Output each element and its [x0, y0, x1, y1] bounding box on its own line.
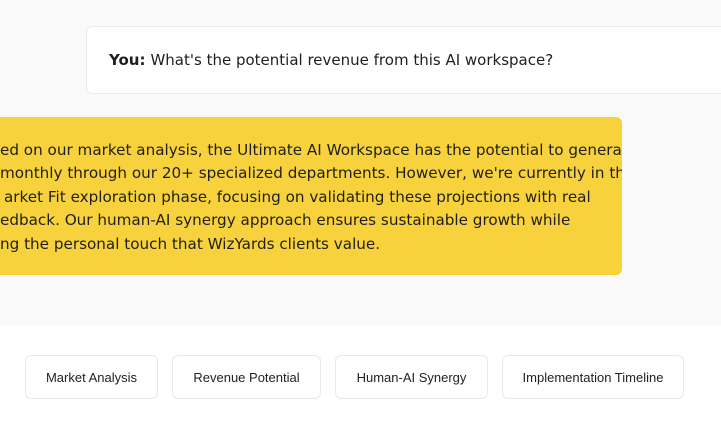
user-speaker-label: You:	[109, 51, 146, 69]
ai-message-line: arket Fit exploration phase, focusing on…	[4, 187, 591, 206]
suggestion-human-ai-synergy[interactable]: Human-AI Synergy	[335, 355, 488, 399]
ai-message-line: ed on our market analysis, the Ultimate …	[0, 141, 622, 159]
suggestion-implementation-timeline[interactable]: Implementation Timeline	[502, 355, 684, 399]
suggestion-market-analysis[interactable]: Market Analysis	[25, 355, 158, 399]
ai-message-line: ng the personal touch that WizYards clie…	[0, 234, 381, 253]
suggestion-revenue-potential[interactable]: Revenue Potential	[172, 355, 321, 399]
user-message-bubble: You: What's the potential revenue from th…	[86, 26, 721, 94]
chat-area: You: What's the potential revenue from th…	[0, 0, 721, 326]
user-message-text: What's the potential revenue from this A…	[150, 51, 554, 69]
suggestion-chips: Market Analysis Revenue Potential Human-…	[0, 326, 721, 433]
ai-message-line: monthly through our 20+ specialized depa…	[0, 164, 622, 183]
ai-message-bubble: ed on our market analysis, the Ultimate …	[0, 117, 622, 275]
ai-message-line: edback. Our human-AI synergy approach en…	[0, 211, 571, 230]
